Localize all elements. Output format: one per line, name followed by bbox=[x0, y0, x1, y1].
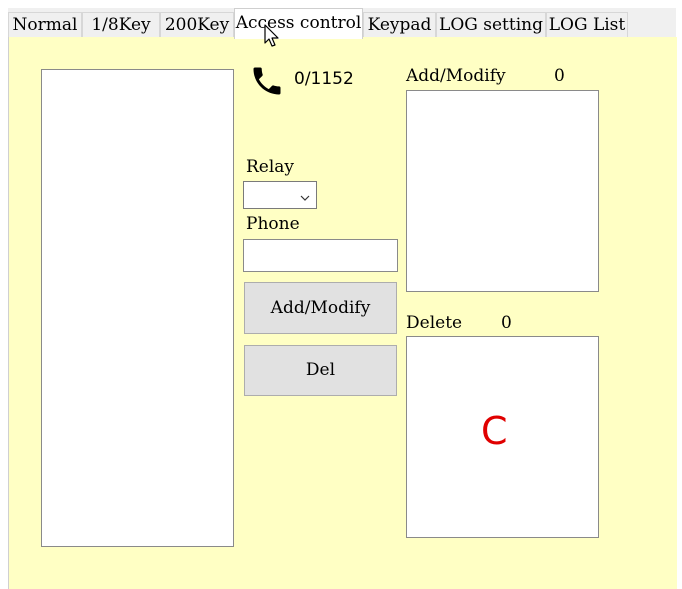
tab-log-setting[interactable]: LOG setting bbox=[436, 12, 546, 38]
tab-keypad[interactable]: Keypad bbox=[363, 12, 436, 38]
tab-1-8key[interactable]: 1/8Key bbox=[82, 12, 160, 38]
tab-200key[interactable]: 200Key bbox=[160, 12, 234, 38]
phone-label: Phone bbox=[246, 214, 300, 234]
chevron-down-icon bbox=[300, 188, 310, 207]
delete-label: Delete bbox=[406, 313, 463, 333]
tab-access-control[interactable]: Access control bbox=[234, 8, 363, 39]
phone-list[interactable] bbox=[41, 69, 234, 547]
phone-icon bbox=[249, 63, 285, 99]
add-modify-label: Add/Modify bbox=[406, 66, 506, 86]
tab-bar: Normal 1/8Key 200Key Access control Keyp… bbox=[8, 8, 676, 39]
relay-label: Relay bbox=[246, 157, 295, 177]
phone-count: 0/1152 bbox=[294, 69, 354, 89]
relay-select[interactable] bbox=[243, 181, 317, 209]
delete-list[interactable]: C bbox=[406, 336, 599, 538]
delete-count: 0 bbox=[501, 313, 512, 333]
access-control-panel: 0/1152 Relay Phone Add/Modify Del Add/Mo… bbox=[8, 37, 677, 589]
mouse-cursor-icon bbox=[264, 24, 280, 52]
annotation-label: C bbox=[481, 409, 508, 453]
add-modify-list[interactable] bbox=[406, 90, 599, 292]
tab-log-list[interactable]: LOG List bbox=[546, 12, 628, 38]
phone-input[interactable] bbox=[243, 239, 398, 272]
add-modify-button[interactable]: Add/Modify bbox=[244, 282, 397, 334]
tab-normal[interactable]: Normal bbox=[8, 12, 82, 38]
del-button[interactable]: Del bbox=[244, 345, 397, 396]
add-modify-count: 0 bbox=[554, 66, 565, 86]
